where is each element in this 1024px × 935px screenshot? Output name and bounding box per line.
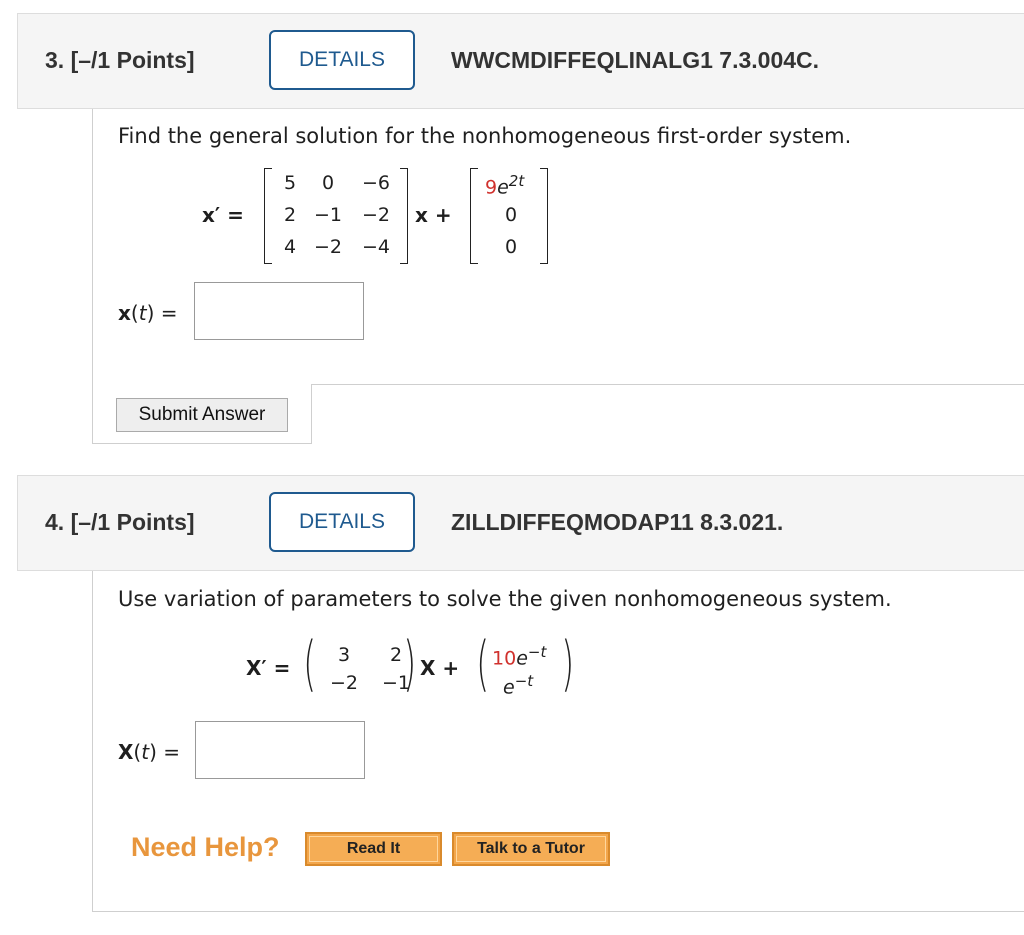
vector-cell: 0: [504, 204, 518, 226]
equation-lhs: x′ =: [202, 203, 244, 227]
question-3-body: [92, 109, 1024, 444]
forcing-term: 10e−t: [492, 643, 547, 670]
matrix-paren-left: (: [303, 629, 317, 699]
talk-to-tutor-button[interactable]: Talk to a Tutor: [452, 832, 610, 866]
question-number: 3. [–/1 Points]: [45, 47, 195, 73]
question-prompt: Find the general solution for the nonhom…: [118, 124, 852, 148]
divider: [311, 384, 312, 444]
matrix-cell: −1: [313, 204, 342, 226]
talk-to-tutor-label: Talk to a Tutor: [456, 836, 606, 862]
matrix-cell: −1: [381, 672, 410, 694]
matrix-cell: −6: [361, 172, 390, 194]
divider: [92, 443, 312, 444]
vector-cell: 0: [504, 236, 518, 258]
answer-input[interactable]: [194, 282, 364, 340]
matrix-cell: −2: [329, 672, 358, 694]
forcing-term: e−t: [503, 672, 534, 699]
matrix-cell: 0: [321, 172, 335, 194]
equation-x-plus: x +: [415, 203, 452, 227]
matrix-bracket-right: [400, 168, 408, 264]
matrix-cell: −2: [361, 204, 390, 226]
matrix-cell: 2: [389, 644, 403, 666]
question-number: 4. [–/1 Points]: [45, 509, 195, 535]
matrix-cell: −4: [361, 236, 390, 258]
submit-answer-button[interactable]: Submit Answer: [116, 398, 288, 432]
answer-label: X(t) =: [118, 740, 180, 764]
equation-lhs: X′ =: [246, 656, 291, 680]
answer-input[interactable]: [195, 721, 365, 779]
question-reference: WWCMDIFFEQLINALG1 7.3.004C.: [451, 47, 820, 73]
read-it-button[interactable]: Read It: [305, 832, 442, 866]
answer-label: x(t) =: [118, 301, 178, 325]
need-help-label: Need Help?: [131, 832, 280, 862]
read-it-label: Read It: [309, 836, 438, 862]
question-reference: ZILLDIFFEQMODAP11 8.3.021.: [451, 509, 784, 535]
equation-x-plus: X +: [420, 656, 460, 680]
details-button[interactable]: DETAILS: [269, 30, 415, 90]
matrix-cell: −2: [313, 236, 342, 258]
question-3-header: 3. [–/1 Points] DETAILS WWCMDIFFEQLINALG…: [17, 13, 1024, 109]
matrix-cell: 3: [337, 644, 351, 666]
divider: [311, 384, 1024, 385]
vector-bracket-right: [540, 168, 548, 264]
question-prompt: Use variation of parameters to solve the…: [118, 587, 892, 611]
question-4-header: 4. [–/1 Points] DETAILS ZILLDIFFEQMODAP1…: [17, 475, 1024, 571]
vector-paren-left: (: [476, 629, 490, 699]
forcing-term: 9e2t: [485, 172, 525, 199]
vector-paren-right: ): [561, 629, 575, 699]
details-button[interactable]: DETAILS: [269, 492, 415, 552]
vector-bracket-left: [470, 168, 478, 264]
